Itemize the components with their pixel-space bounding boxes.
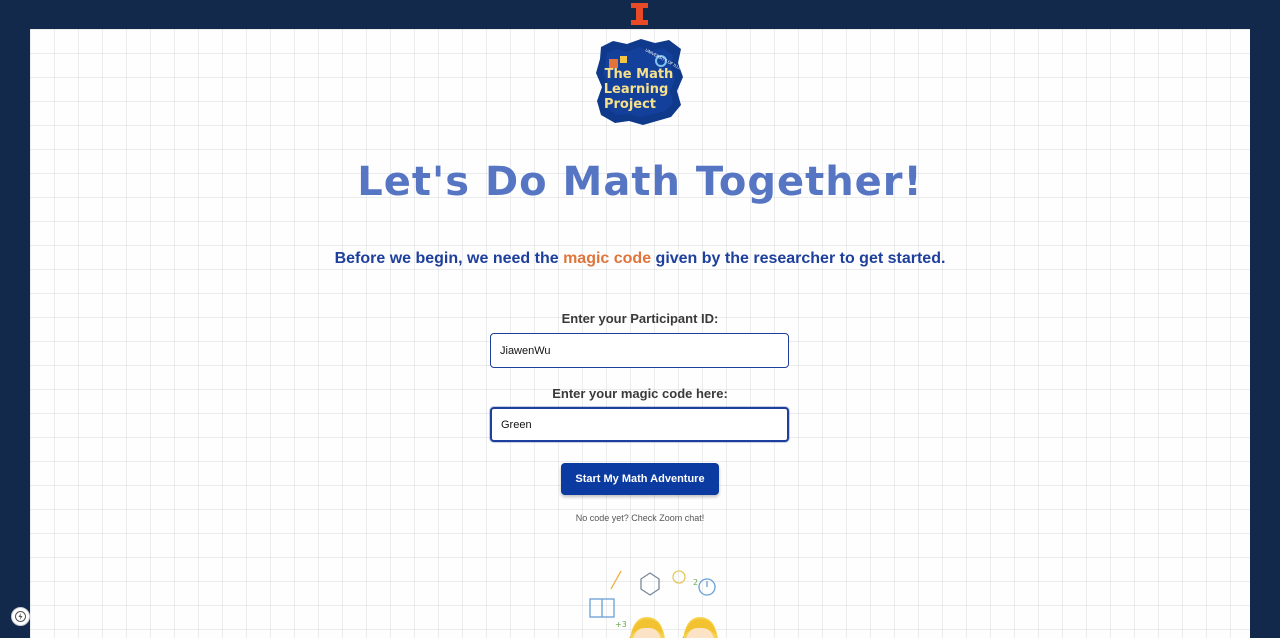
project-logo: The Math Learning Project UNIVERSITY OF … [593,37,685,125]
magic-code-input[interactable] [490,407,789,442]
intro-text-after: given by the researcher to get started. [651,250,946,267]
svg-text:+3: +3 [615,620,627,629]
logo-line-3: Project [604,97,656,112]
main-page: The Math Learning Project UNIVERSITY OF … [30,29,1250,638]
magic-code-label: Enter your magic code here: [552,386,728,401]
start-adventure-button[interactable]: Start My Math Adventure [561,463,719,495]
intro-text: Before we begin, we need the magic code … [30,250,1250,268]
magic-code-highlight: magic code [563,250,652,267]
lightning-icon[interactable] [11,607,30,626]
participant-id-label: Enter your Participant ID: [561,311,719,326]
intro-text-before: Before we begin, we need the [334,250,564,267]
page-title: Let's Do Math Together! [357,159,923,205]
logo-line-1: The Math [605,67,674,82]
logo-line-2: Learning [604,82,669,97]
top-banner [0,0,1280,29]
kids-math-illustration: % +3 2 [555,567,725,638]
zoom-hint-text: No code yet? Check Zoom chat! [575,513,705,523]
svg-text:2: 2 [693,578,698,587]
university-logo-icon[interactable] [631,3,648,25]
participant-id-input[interactable] [490,333,789,368]
